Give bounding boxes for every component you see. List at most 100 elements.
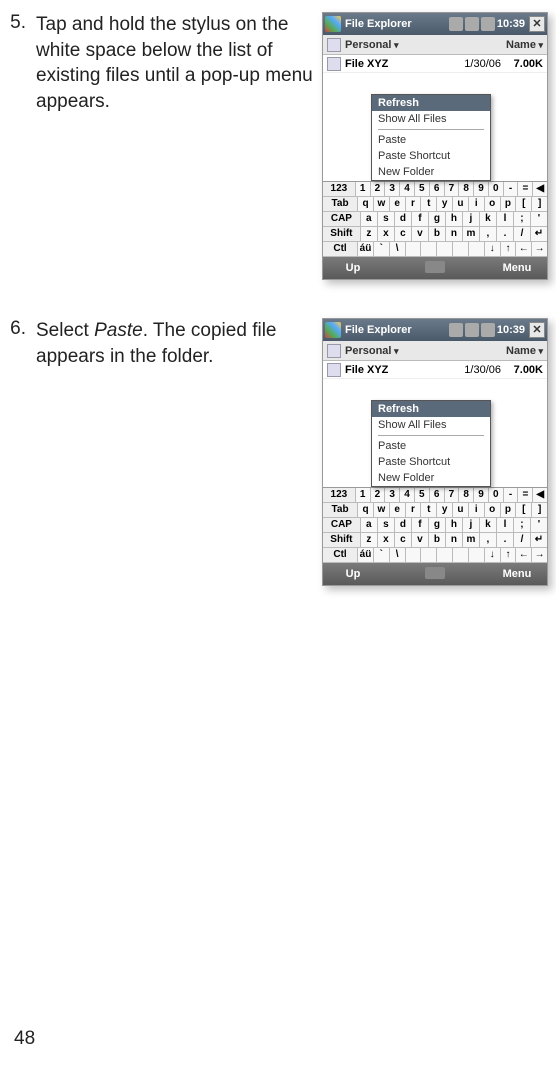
key[interactable]: x [378,227,395,241]
key[interactable]: 1 [356,488,371,502]
key[interactable]: z [361,227,378,241]
key[interactable]: d [395,518,412,532]
menu-paste[interactable]: Paste [372,132,490,148]
whitespace-area[interactable]: Refresh Show All Files Paste Paste Short… [323,379,547,487]
key[interactable]: f [412,212,429,226]
key[interactable]: l [497,518,514,532]
key[interactable]: m [463,227,480,241]
close-button[interactable]: ✕ [529,322,545,338]
menu-show-all[interactable]: Show All Files [372,111,490,127]
key[interactable]: [ [516,197,532,211]
key[interactable]: e [390,503,406,517]
key[interactable] [437,242,453,256]
key[interactable] [421,548,437,562]
key[interactable]: u [453,503,469,517]
key[interactable]: Ctl [323,242,358,256]
key[interactable]: r [406,197,422,211]
key[interactable]: 5 [415,182,430,196]
menu-button[interactable]: Menu [487,568,547,580]
key[interactable]: o [485,197,501,211]
menu-new-folder[interactable]: New Folder [372,164,490,180]
key[interactable]: / [514,533,531,547]
key[interactable]: 6 [430,488,445,502]
key[interactable]: z [361,533,378,547]
sync-icon[interactable] [465,17,479,31]
key[interactable]: g [429,518,446,532]
key[interactable]: . [497,227,514,241]
key[interactable]: q [358,197,374,211]
key[interactable]: c [395,533,412,547]
key[interactable]: ← [516,548,532,562]
key[interactable]: , [480,227,497,241]
key[interactable]: CAP [323,518,361,532]
key[interactable]: / [514,227,531,241]
key[interactable]: 7 [445,182,460,196]
key[interactable]: g [429,212,446,226]
key[interactable] [469,242,485,256]
start-icon[interactable] [325,322,341,338]
key[interactable]: - [504,488,519,502]
key[interactable]: h [446,212,463,226]
key[interactable] [421,242,437,256]
key[interactable]: ' [531,212,547,226]
key[interactable]: ' [531,518,547,532]
key[interactable]: 0 [489,182,504,196]
key[interactable] [406,548,422,562]
key[interactable]: m [463,533,480,547]
key[interactable]: → [532,242,547,256]
key[interactable]: n [446,227,463,241]
key[interactable]: 7 [445,488,460,502]
key[interactable]: ↓ [485,242,501,256]
key[interactable]: k [480,212,497,226]
menu-new-folder[interactable]: New Folder [372,470,490,486]
key[interactable]: p [501,197,517,211]
key[interactable]: w [374,197,390,211]
key[interactable]: v [412,227,429,241]
key[interactable]: q [358,503,374,517]
key[interactable]: 0 [489,488,504,502]
key[interactable]: = [518,488,533,502]
folder-dropdown[interactable]: Personal [345,345,399,357]
key[interactable]: k [480,518,497,532]
up-button[interactable]: Up [323,262,383,274]
key[interactable]: 9 [474,182,489,196]
file-row[interactable]: File XYZ 1/30/06 7.00K [323,55,547,73]
key[interactable]: áü [358,242,374,256]
key[interactable]: i [469,503,485,517]
key[interactable]: 8 [459,488,474,502]
signal-icon[interactable] [449,17,463,31]
key[interactable]: ] [532,197,547,211]
key[interactable]: = [518,182,533,196]
key[interactable]: ↑ [501,548,517,562]
key[interactable]: 6 [430,182,445,196]
key[interactable]: 123 [323,488,356,502]
key[interactable]: 5 [415,488,430,502]
menu-paste[interactable]: Paste [372,438,490,454]
key[interactable]: 1 [356,182,371,196]
key[interactable]: o [485,503,501,517]
key[interactable]: → [532,548,547,562]
key[interactable] [437,548,453,562]
file-row[interactable]: File XYZ 1/30/06 7.00K [323,361,547,379]
key[interactable]: . [497,533,514,547]
key[interactable]: a [361,212,378,226]
key[interactable]: r [406,503,422,517]
soft-keyboard[interactable]: 1231234567890-=◀ Tabqwertyuiop[] CAPasdf… [323,181,547,257]
key[interactable]: l [497,212,514,226]
key[interactable]: 123 [323,182,356,196]
volume-icon[interactable] [481,323,495,337]
whitespace-area[interactable]: Refresh Show All Files Paste Paste Short… [323,73,547,181]
close-button[interactable]: ✕ [529,16,545,32]
key[interactable]: c [395,227,412,241]
key[interactable]: ` [374,242,390,256]
key[interactable]: e [390,197,406,211]
key[interactable]: h [446,518,463,532]
key[interactable]: ↓ [485,548,501,562]
key[interactable]: i [469,197,485,211]
key[interactable]: ↵ [531,533,547,547]
key[interactable]: Tab [323,197,358,211]
key[interactable]: b [429,533,446,547]
key[interactable]: ◀ [533,182,547,196]
key[interactable]: \ [390,242,406,256]
key[interactable] [469,548,485,562]
